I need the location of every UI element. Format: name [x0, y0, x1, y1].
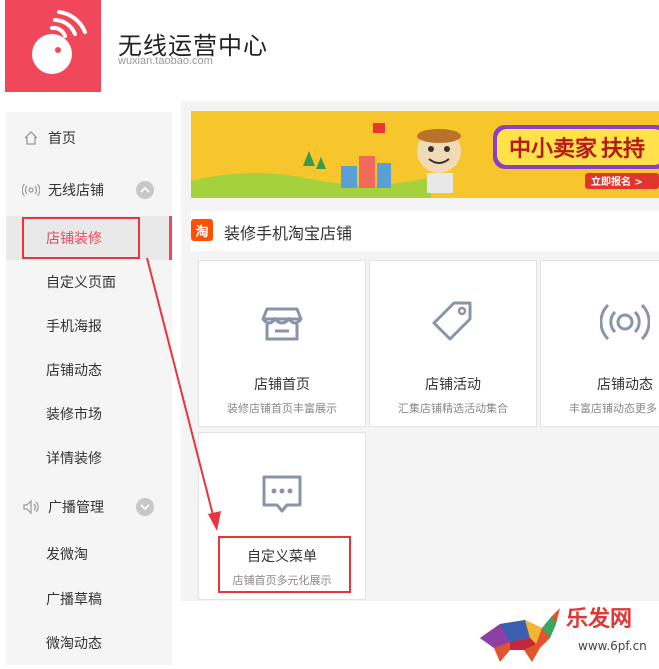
- watermark-url: www.6pf.cn: [578, 639, 647, 653]
- annotation-arrow: [146, 257, 221, 531]
- bull-logo-icon: 乐发网 www.6pf.cn: [480, 606, 647, 662]
- site-watermark: 乐发网 www.6pf.cn: [470, 598, 659, 665]
- watermark-brand: 乐发网: [566, 606, 632, 632]
